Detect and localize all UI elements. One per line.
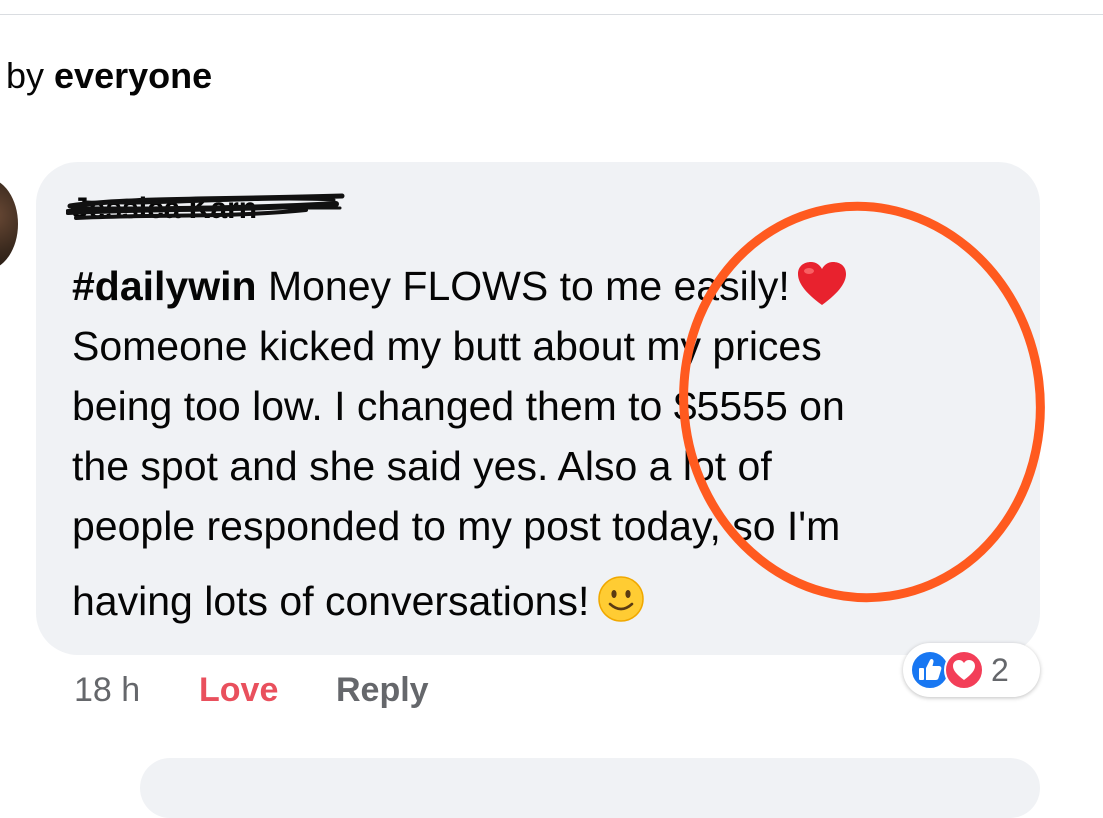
smiley-icon [595,575,647,623]
comment-line-1: #dailywin Money FLOWS to me easily! [72,256,1017,316]
comment-line-4: the spot and she said yes. Also a lot of [72,443,772,489]
sort-value: everyone [54,55,213,96]
sort-prefix: by [6,55,55,96]
comment-line-3: being too low. I changed them to $5555 o… [72,383,845,429]
avatar[interactable] [0,178,18,270]
redaction-scribble [66,193,345,220]
top-divider [0,14,1103,15]
comment-author[interactable]: Jessica Karn [66,188,352,228]
comment-line-2: Someone kicked my butt about my prices [72,323,822,369]
comment-line-1-text: Money FLOWS to me easily! [256,263,790,309]
reactions-summary[interactable]: 2 [903,643,1040,697]
comment-text: #dailywin Money FLOWS to me easily! Some… [72,256,1017,631]
love-reaction-button[interactable]: Love [199,668,278,712]
comment-sort-label[interactable]: by everyone [6,54,212,98]
red-heart-icon [796,260,848,308]
comment-line-6: having lots of conversations! [72,571,1017,631]
hashtag-link[interactable]: #dailywin [72,263,257,309]
reaction-count: 2 [991,652,1009,688]
next-comment-bubble [140,758,1040,818]
reply-button[interactable]: Reply [336,668,429,712]
comment-line-6-text: having lots of conversations! [72,578,590,624]
comment-timestamp[interactable]: 18 h [74,668,140,712]
love-icon [944,650,984,690]
comment-line-5: people responded to my post today, so I'… [72,503,841,549]
